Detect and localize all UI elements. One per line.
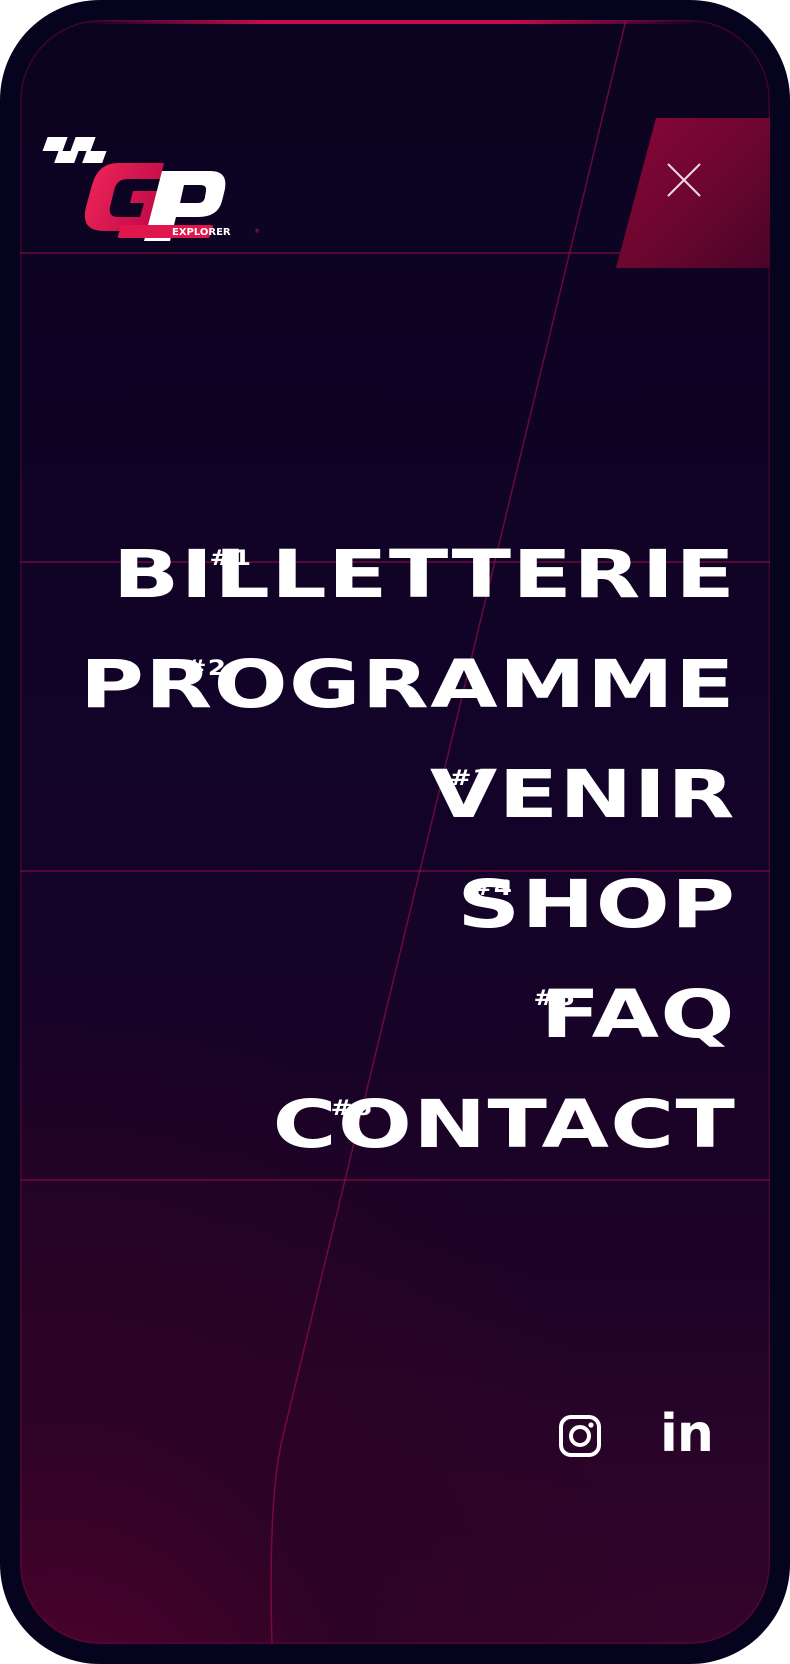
top-accent-line (80, 20, 700, 24)
menu-item-contact[interactable]: #6CONTACT (193, 1090, 736, 1200)
svg-text:®: ® (254, 228, 260, 235)
logo-mark: EXPLORER ® (42, 137, 260, 241)
linkedin-icon: in (660, 1404, 714, 1464)
close-menu-button[interactable] (660, 156, 708, 204)
menu-item-label: VENIR (430, 756, 736, 833)
instagram-icon (559, 1415, 601, 1457)
instagram-link[interactable] (556, 1412, 604, 1460)
menu-item-label: CONTACT (272, 1086, 736, 1163)
menu-item-label: BILLETTERIE (112, 536, 736, 613)
menu-item-faq[interactable]: #5FAQ (193, 980, 736, 1090)
linkedin-link[interactable]: in (660, 1406, 714, 1462)
menu-item-venir[interactable]: #3VENIR (193, 760, 736, 870)
menu-item-label: FAQ (541, 976, 736, 1053)
menu-item-label: SHOP (457, 866, 736, 943)
close-icon (667, 163, 701, 197)
menu-item-shop[interactable]: #4SHOP (193, 870, 736, 980)
gp-explorer-logo[interactable]: EXPLORER ® (34, 125, 264, 257)
logo-tagline: EXPLORER (172, 227, 231, 238)
main-menu: #1BILLETTERIE #2PROGRAMME #3VENIR #4SHOP… (80, 540, 736, 1200)
menu-item-programme[interactable]: #2PROGRAMME (80, 650, 736, 760)
menu-item-billetterie[interactable]: #1BILLETTERIE (113, 540, 736, 650)
phone-frame: EXPLORER ® #1BILLETTERIE #2PROGRAMME #3V… (0, 0, 790, 1664)
menu-item-label: PROGRAMME (80, 646, 736, 723)
